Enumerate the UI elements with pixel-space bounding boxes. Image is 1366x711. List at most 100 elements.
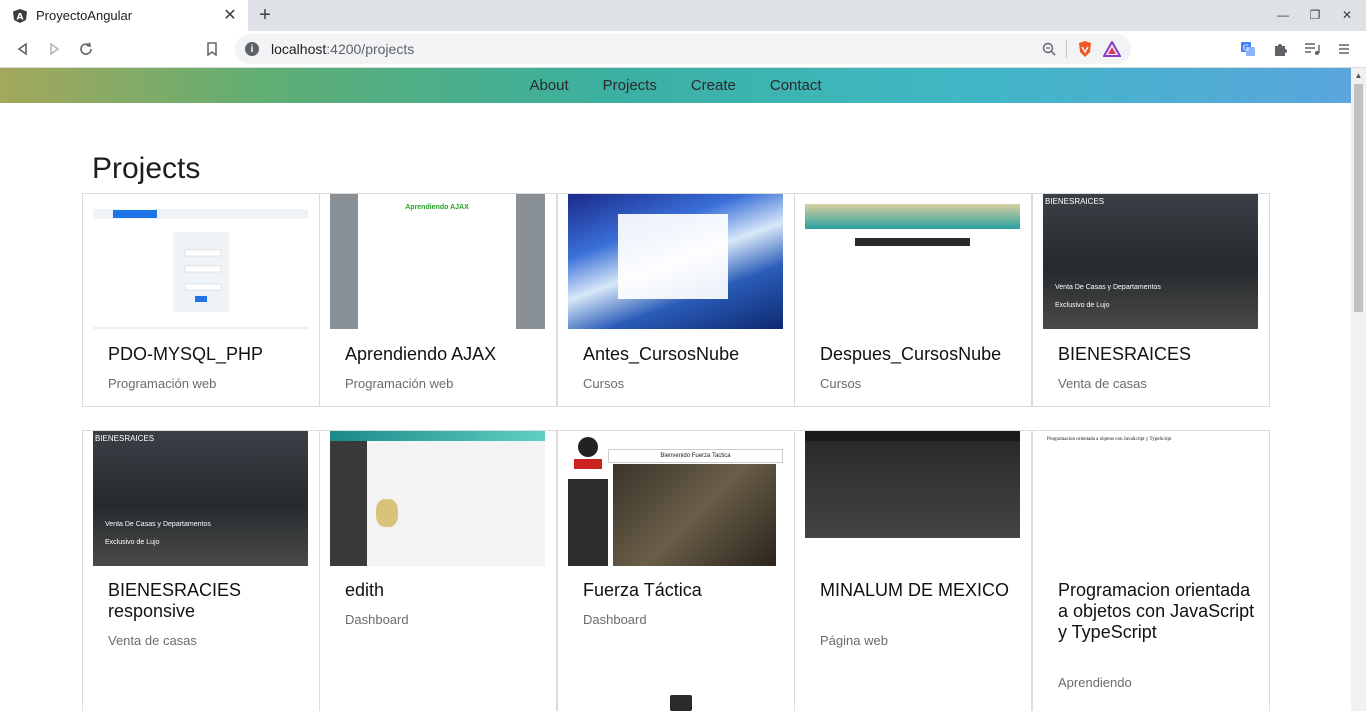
project-thumbnail: BIENESRAICES Venta De Casas y Departamen… [1043, 194, 1258, 329]
extensions-area: G [1236, 37, 1356, 61]
project-category: Dashboard [345, 612, 409, 627]
back-icon[interactable] [10, 36, 36, 62]
project-name: BIENESRAICES [1058, 344, 1192, 364]
svg-text:G: G [1243, 44, 1249, 53]
browser-menu-icon[interactable] [1332, 37, 1356, 61]
project-thumbnail [805, 194, 1020, 329]
ajax-page-art: Aprendiendo AJAX [358, 194, 516, 329]
bookmark-icon[interactable] [199, 36, 225, 62]
project-thumbnail: Aprendiendo AJAX [330, 194, 545, 329]
browser-tabstrip: A ProyectoAngular ✕ + — ❐ ✕ [0, 0, 1366, 31]
project-category: Página web [820, 633, 888, 648]
site-info-icon[interactable]: i [245, 42, 259, 56]
dashboard-sidebar-art [568, 479, 608, 566]
dashboard-sidebar-art [330, 441, 367, 566]
dashboard-topbar-art [330, 431, 545, 441]
floating-action-icon[interactable] [670, 695, 692, 711]
project-category: Cursos [820, 376, 862, 391]
thumb-caption: Venta De Casas y Departamentos [1055, 284, 1161, 291]
project-thumbnail: Bienvenido Fuerza Tactica [568, 431, 783, 566]
scrollbar-thumb[interactable] [1354, 84, 1363, 312]
project-category: Aprendiendo [1058, 675, 1132, 690]
thumb-caption: Venta De Casas y Departamentos [105, 521, 211, 528]
courses-table-art [855, 238, 970, 246]
project-card[interactable]: BIENESRAICES Venta De Casas y Departamen… [1032, 193, 1270, 407]
site-navbar: About Projects Create Contact [0, 68, 1351, 103]
project-name: Fuerza Táctica [583, 580, 702, 600]
url-text: localhost:4200/projects [271, 41, 1042, 57]
project-category: Venta de casas [1058, 376, 1147, 391]
maximize-icon[interactable]: ❐ [1302, 4, 1328, 26]
project-card[interactable]: BIENESRAICES Venta De Casas y Departamen… [82, 430, 320, 711]
forward-icon[interactable] [41, 36, 67, 62]
project-name: Programacion orientada a objetos con Jav… [1058, 580, 1255, 642]
close-window-icon[interactable]: ✕ [1334, 4, 1360, 26]
project-card[interactable]: Antes_CursosNube Cursos [557, 193, 795, 407]
project-category: Programación web [345, 376, 454, 391]
project-thumbnail [568, 194, 783, 329]
project-name: BIENESRACIES responsive [108, 580, 242, 621]
thumb-caption: Exclusivo de Lujo [1055, 302, 1110, 309]
project-card[interactable]: PDO-MYSQL_PHP Programación web [82, 193, 320, 407]
media-queue-icon[interactable] [1300, 37, 1324, 61]
scroll-up-icon[interactable]: ▲ [1354, 71, 1363, 81]
hero-image-art [805, 441, 1020, 538]
project-category: Dashboard [583, 612, 647, 627]
project-name: Despues_CursosNube [820, 344, 1002, 364]
page-viewport: About Projects Create Contact Projects P… [0, 68, 1351, 711]
about-section-art [805, 538, 1020, 566]
pdo-screenshot-art [93, 209, 308, 329]
angular-favicon-icon: A [13, 8, 27, 23]
project-name: PDO-MYSQL_PHP [108, 344, 264, 364]
thumb-logo: BIENESRAICES [1045, 197, 1105, 206]
new-tab-button[interactable]: + [254, 4, 276, 26]
project-name: Antes_CursosNube [583, 344, 740, 364]
project-card[interactable]: Despues_CursosNube Cursos [794, 193, 1032, 407]
project-name: edith [345, 580, 385, 600]
browser-toolbar: i localhost:4200/projects G [0, 31, 1366, 68]
site-header-art [805, 431, 1020, 441]
omnibox-separator [1066, 40, 1067, 58]
project-card[interactable]: MINALUM DE MEXICO Página web [794, 430, 1032, 711]
courses-banner-art [805, 204, 1020, 229]
project-name: MINALUM DE MEXICO [820, 580, 1010, 600]
project-card[interactable]: Aprendiendo AJAX Aprendiendo AJAX Progra… [319, 193, 557, 407]
zoom-icon[interactable] [1042, 42, 1056, 56]
project-category: Venta de casas [108, 633, 197, 648]
page-title: Projects [92, 152, 201, 185]
minimize-icon[interactable]: — [1270, 4, 1296, 26]
project-name: Aprendiendo AJAX [345, 344, 497, 364]
nav-link-contact[interactable]: Contact [766, 77, 826, 94]
nav-link-about[interactable]: About [525, 77, 572, 94]
project-category: Cursos [583, 376, 625, 391]
url-path: :4200/projects [326, 41, 415, 57]
brave-rewards-icon[interactable] [1103, 41, 1121, 57]
page-scrollbar[interactable]: ▲ [1351, 68, 1366, 711]
project-thumbnail: Programacion orientada a objetos con Jav… [1043, 431, 1258, 566]
thumb-caption: Exclusivo de Lujo [105, 539, 160, 546]
thumb-logo: BIENESRAICES [95, 434, 155, 443]
nav-link-projects[interactable]: Projects [599, 77, 661, 94]
project-card[interactable]: Programacion orientada a objetos con Jav… [1032, 430, 1270, 711]
project-thumbnail [330, 431, 545, 566]
reload-icon[interactable] [73, 36, 99, 62]
nav-link-create[interactable]: Create [687, 77, 740, 94]
extensions-puzzle-icon[interactable] [1268, 37, 1292, 61]
translate-icon[interactable]: G [1236, 37, 1260, 61]
thumb-heading: Aprendiendo AJAX [405, 204, 469, 211]
project-card[interactable]: edith Dashboard [319, 430, 557, 711]
close-tab-icon[interactable]: ✕ [222, 7, 238, 24]
url-host: localhost [271, 41, 327, 57]
svg-text:A: A [17, 12, 24, 22]
address-bar[interactable]: i localhost:4200/projects [235, 34, 1131, 64]
brave-shield-icon[interactable] [1077, 40, 1093, 58]
browser-tab[interactable]: A ProyectoAngular ✕ [0, 0, 248, 31]
thumb-heading: Programacion orientada a objetos con Jav… [1047, 437, 1172, 442]
project-card[interactable]: Bienvenido Fuerza Tactica Fuerza Táctica… [557, 430, 795, 711]
tab-title: ProyectoAngular [36, 8, 133, 23]
window-controls: — ❐ ✕ [1270, 4, 1360, 26]
thumb-heading: Bienvenido Fuerza Tactica [608, 449, 783, 463]
tactical-photo-art [613, 464, 776, 566]
dashboard-logo-art [376, 499, 398, 527]
project-category: Programación web [108, 376, 217, 391]
